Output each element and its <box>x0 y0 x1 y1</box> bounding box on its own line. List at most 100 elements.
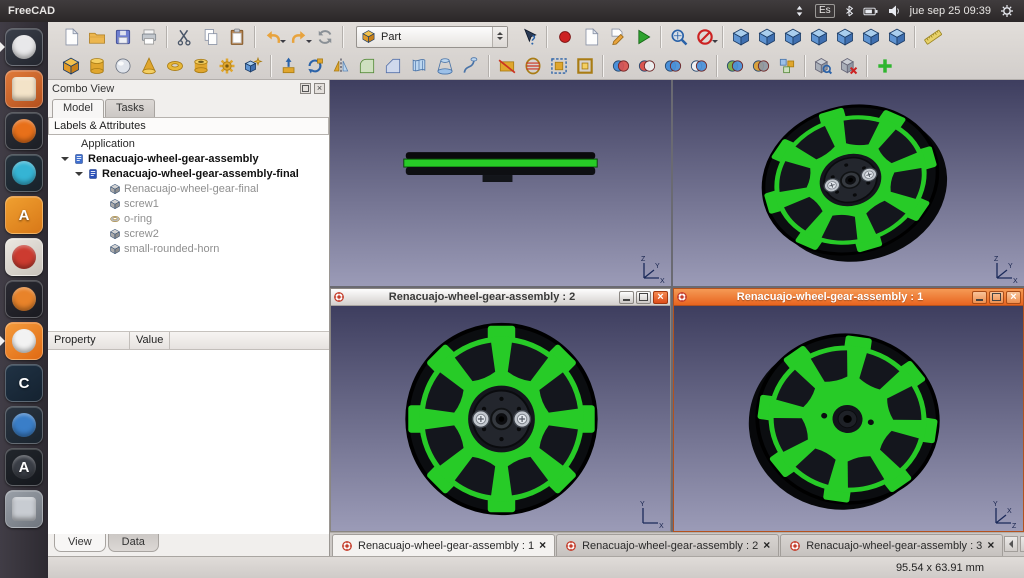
view-left-button[interactable] <box>884 24 910 50</box>
close-tab-icon[interactable] <box>539 540 546 552</box>
battery-icon[interactable] <box>863 4 878 18</box>
part-ruled-surface-button[interactable] <box>406 53 432 79</box>
clock-indicator[interactable]: jue sep 25 09:39 <box>910 5 991 17</box>
redo-button[interactable] <box>286 24 312 50</box>
tab-view[interactable]: View <box>54 534 106 552</box>
part-shapebuilder-button[interactable] <box>240 53 266 79</box>
part-cut-button[interactable] <box>634 53 660 79</box>
part-check-geometry-button[interactable] <box>810 53 836 79</box>
fit-all-button[interactable] <box>666 24 692 50</box>
close-tab-icon[interactable] <box>987 540 994 552</box>
launcher-browser[interactable] <box>5 154 43 192</box>
undo-button[interactable] <box>260 24 286 50</box>
tree-small-rounded-horn[interactable]: small-rounded-horn <box>48 241 329 256</box>
expand-arrow-icon[interactable] <box>74 168 84 180</box>
part-intersection-button[interactable] <box>686 53 712 79</box>
tab-tasks[interactable]: Tasks <box>105 99 155 117</box>
part-boolean-button[interactable] <box>608 53 634 79</box>
macro-record-button[interactable] <box>552 24 578 50</box>
part-offset-button[interactable] <box>546 53 572 79</box>
window-titlebar[interactable]: Renacuajo-wheel-gear-assembly : 1 <box>674 289 1023 306</box>
launcher-freecad[interactable] <box>5 28 43 66</box>
copy-button[interactable] <box>198 24 224 50</box>
measure-button[interactable] <box>920 24 946 50</box>
property-table-body[interactable] <box>48 350 329 534</box>
viewport-front[interactable]: Y X <box>331 306 670 531</box>
launcher-c-app[interactable]: C <box>5 364 43 402</box>
part-section-button[interactable] <box>494 53 520 79</box>
tab-data[interactable]: Data <box>108 534 159 552</box>
view-right-button[interactable] <box>806 24 832 50</box>
tree-assembly-final[interactable]: Renacuajo-wheel-gear-assembly-final <box>48 166 329 181</box>
mdi-tab-3[interactable]: Renacuajo-wheel-gear-assembly : 3 <box>780 534 1003 556</box>
part-sphere-button[interactable] <box>110 53 136 79</box>
save-document-button[interactable] <box>110 24 136 50</box>
view-rear-button[interactable] <box>832 24 858 50</box>
part-cylinder-button[interactable] <box>84 53 110 79</box>
part-join-connect-button[interactable] <box>722 53 748 79</box>
tab-scroll-right-button[interactable] <box>1020 536 1024 552</box>
tree-assembly[interactable]: Renacuajo-wheel-gear-assembly <box>48 151 329 166</box>
launcher-blender[interactable] <box>5 280 43 318</box>
close-button[interactable] <box>1006 291 1021 304</box>
session-gear-icon[interactable] <box>1000 4 1014 18</box>
close-button[interactable] <box>653 291 668 304</box>
part-torus-button[interactable] <box>162 53 188 79</box>
part-sweep-button[interactable] <box>458 53 484 79</box>
view-front-button[interactable] <box>754 24 780 50</box>
part-primitives-button[interactable] <box>214 53 240 79</box>
workbench-selector[interactable]: Part <box>356 26 508 48</box>
refresh-button[interactable] <box>312 24 338 50</box>
mdi-tab-1[interactable]: Renacuajo-wheel-gear-assembly : 1 <box>332 534 555 556</box>
volume-icon[interactable] <box>887 4 901 18</box>
value-column-header[interactable]: Value <box>130 332 170 349</box>
minimize-button[interactable] <box>972 291 987 304</box>
close-tab-icon[interactable] <box>763 540 770 552</box>
cut-button[interactable] <box>172 24 198 50</box>
window-titlebar[interactable]: Renacuajo-wheel-gear-assembly : 2 <box>331 289 670 306</box>
part-fillet-button[interactable] <box>354 53 380 79</box>
tree-application[interactable]: Application <box>48 136 329 151</box>
tree-o-ring[interactable]: o-ring <box>48 211 329 226</box>
expand-arrow-icon[interactable] <box>60 153 70 165</box>
part-revolve-button[interactable] <box>302 53 328 79</box>
bluetooth-icon[interactable] <box>844 4 854 18</box>
tab-scroll-left-button[interactable] <box>1004 536 1018 552</box>
part-defeaturing-button[interactable] <box>836 53 862 79</box>
viewport-top-right[interactable]: Z X Y <box>673 80 1024 286</box>
restore-button[interactable] <box>989 291 1004 304</box>
part-box-button[interactable] <box>58 53 84 79</box>
whats-this-button[interactable] <box>516 24 542 50</box>
launcher-files[interactable] <box>5 70 43 108</box>
new-document-button[interactable] <box>58 24 84 50</box>
launcher-drawer[interactable] <box>5 490 43 528</box>
launcher-system-tool[interactable] <box>5 238 43 276</box>
part-thickness-button[interactable] <box>572 53 598 79</box>
property-column-header[interactable]: Property <box>48 332 130 349</box>
launcher-a-app[interactable]: A <box>5 448 43 486</box>
part-loft-button[interactable] <box>432 53 458 79</box>
network-updown-icon[interactable] <box>793 4 806 18</box>
launcher-software-center[interactable]: A <box>5 196 43 234</box>
print-button[interactable] <box>136 24 162 50</box>
combo-spin-arrows[interactable] <box>492 27 507 47</box>
tab-model[interactable]: Model <box>52 99 104 118</box>
view-bottom-button[interactable] <box>858 24 884 50</box>
part-split-button[interactable] <box>748 53 774 79</box>
part-mirror-button[interactable] <box>328 53 354 79</box>
part-compound-button[interactable] <box>774 53 800 79</box>
part-extrude-button[interactable] <box>276 53 302 79</box>
launcher-system-settings[interactable] <box>5 322 43 360</box>
macros-dialog-button[interactable] <box>578 24 604 50</box>
tree-wheel-gear-final[interactable]: Renacuajo-wheel-gear-final <box>48 181 329 196</box>
paste-button[interactable] <box>224 24 250 50</box>
macro-edit-button[interactable] <box>604 24 630 50</box>
open-document-button[interactable] <box>84 24 110 50</box>
launcher-globe-app[interactable] <box>5 406 43 444</box>
viewport-back[interactable]: Y Z X <box>674 306 1023 531</box>
dock-close-button[interactable] <box>314 83 325 94</box>
mdi-tab-2[interactable]: Renacuajo-wheel-gear-assembly : 2 <box>556 534 779 556</box>
tree-screw1[interactable]: screw1 <box>48 196 329 211</box>
add-item-button[interactable] <box>872 53 898 79</box>
part-union-button[interactable] <box>660 53 686 79</box>
